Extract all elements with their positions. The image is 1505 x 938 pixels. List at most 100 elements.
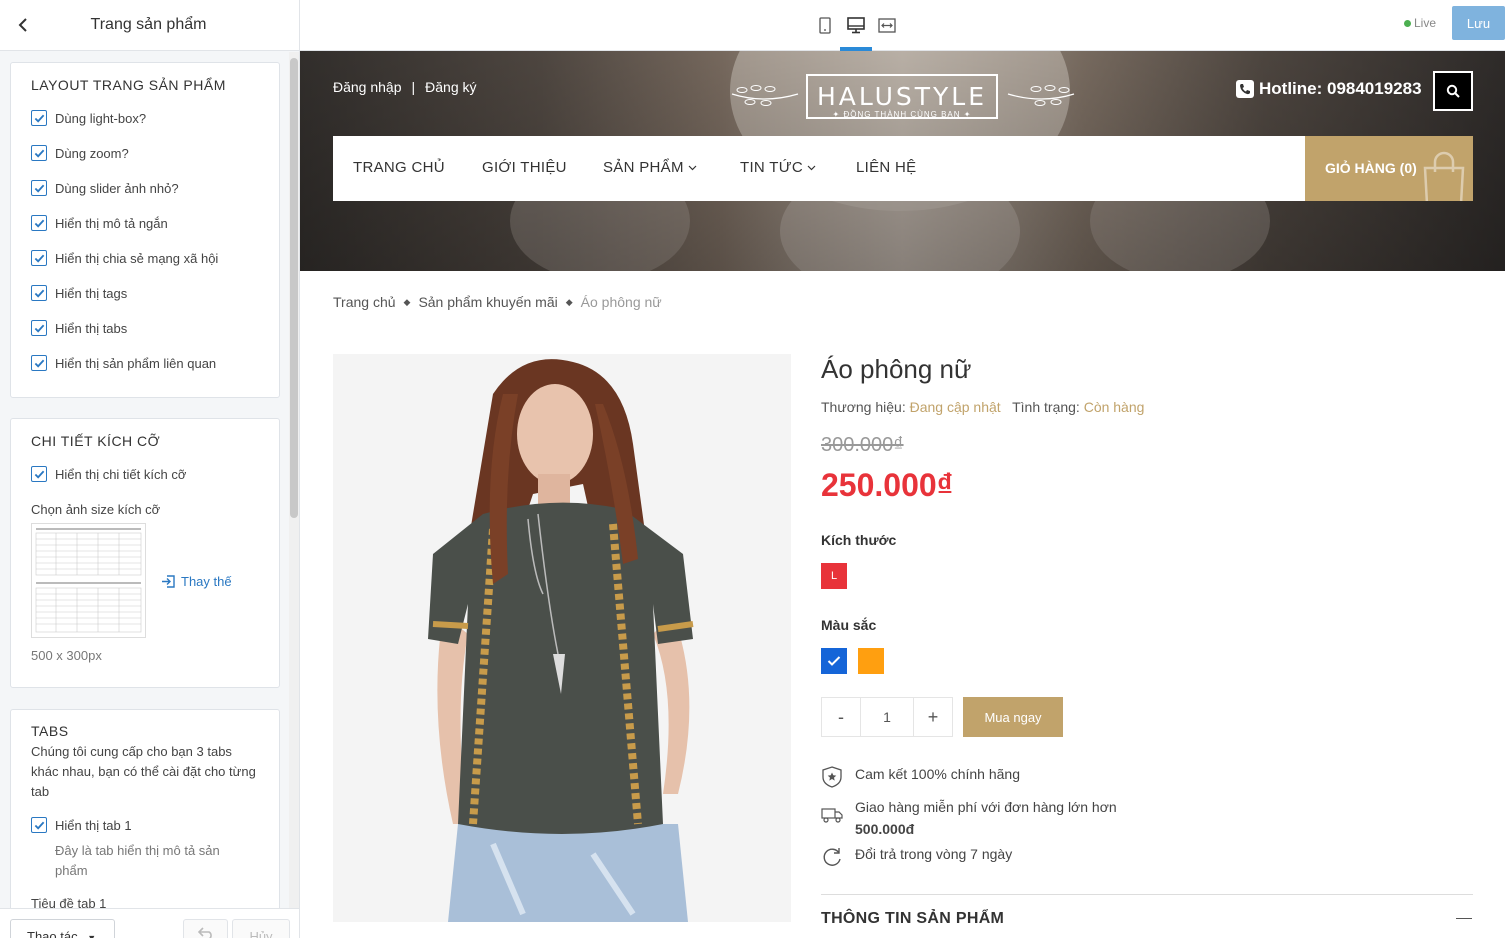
device-fullwidth-button[interactable] [875,13,899,37]
color-swatch-orange[interactable] [858,648,884,674]
checkbox[interactable] [31,110,47,126]
qty-decrease-button[interactable]: - [822,698,860,736]
size-card: CHI TIẾT KÍCH CỠ Hiển thị chi tiết kích … [10,418,280,688]
checkbox[interactable] [31,320,47,336]
undo-button[interactable] [183,919,228,938]
cancel-button[interactable]: Hủy [232,919,290,938]
product-info-heading[interactable]: THÔNG TIN SẢN PHẨM [821,910,1004,928]
save-button[interactable]: Lưu [1452,6,1505,40]
refresh-icon [821,846,843,868]
chevron-down-icon [807,165,816,170]
feature-text: Đổi trả trong vòng 7 ngày [855,846,1013,862]
breadcrumb-category[interactable]: Sản phẩm khuyến mãi [418,294,557,310]
search-icon [1446,84,1460,98]
breadcrumb-home[interactable]: Trang chủ [333,294,396,310]
store-preview: Đăng nhập | Đăng ký HALUSTYLE ✦ ĐỒNG THÀ… [300,51,1505,938]
brand-value[interactable]: Đang cập nhật [910,399,1001,415]
checkbox[interactable] [31,145,47,161]
replace-label: Thay thế [181,574,232,589]
size-chart-thumbnail[interactable] [31,523,146,638]
checkbox[interactable] [31,215,47,231]
check-icon [34,254,44,263]
buy-now-button[interactable]: Mua ngay [963,697,1063,737]
collapse-icon[interactable] [1456,918,1472,919]
option-related[interactable]: Hiển thị sản phẩm liên quan [31,355,216,371]
option-show-tab1[interactable]: Hiển thị tab 1 [31,817,132,833]
live-status-label[interactable]: Live [1414,16,1436,30]
checkbox[interactable] [31,250,47,266]
option-lightbox[interactable]: Dùng light-box? [31,110,146,126]
actions-label: Thao tác [27,929,78,938]
account-links: Đăng nhập | Đăng ký [333,79,477,95]
option-thumb-slider[interactable]: Dùng slider ảnh nhỏ? [31,180,179,196]
size-image-dimension: 500 x 300px [31,648,102,663]
qty-increase-button[interactable]: + [914,698,952,736]
actions-dropdown-button[interactable]: Thao tác ▼ [10,919,115,938]
caret-down-icon: ▼ [87,933,97,938]
nav-home[interactable]: TRANG CHỦ [353,159,445,176]
nav-about[interactable]: GIỚI THIỆU [482,159,567,176]
nav-news[interactable]: TIN TỨC [740,159,816,176]
nav-label: GIỚI THIỆU [482,159,567,176]
chevron-left-icon [18,18,27,32]
tabs-card-title: TABS [31,723,69,739]
feature-text-block: Giao hàng miễn phí với đơn hàng lớn hơn … [855,796,1117,840]
check-icon [34,289,44,298]
old-price: 300.000₫ [821,434,904,456]
product-meta: Thương hiệu: Đang cập nhật Tình trạng: C… [821,399,1144,415]
option-label: Hiển thị chia sẻ mạng xã hội [55,250,219,266]
shield-star-icon [821,766,843,788]
replace-image-button[interactable]: Thay thế [161,574,232,589]
feature-threshold: 500.000đ [855,821,915,837]
device-mobile-button[interactable] [813,13,837,37]
qty-input[interactable]: 1 [860,698,914,736]
check-icon [34,359,44,368]
hotline[interactable]: Hotline: 0984019283 [1236,79,1422,99]
product-image[interactable] [333,354,791,922]
nav-label: TRANG CHỦ [353,159,445,176]
store-logo[interactable]: HALUSTYLE ✦ ĐỒNG THÀNH CÙNG BẠN ✦ [806,74,998,119]
option-tabs[interactable]: Hiển thị tabs [31,320,127,336]
register-link[interactable]: Đăng ký [425,79,476,95]
cart-button[interactable]: GIỎ HÀNG (0) [1305,136,1473,201]
panel-scroll-area[interactable]: LAYOUT TRANG SẢN PHẨM Dùng light-box? Dù… [0,52,288,908]
option-show-size[interactable]: Hiển thị chi tiết kích cỡ [31,466,186,482]
color-swatch-blue[interactable] [821,648,847,674]
truck-icon [821,804,843,826]
product-photo [333,354,791,922]
product-title: Áo phông nữ [821,354,972,384]
checkbox[interactable] [31,180,47,196]
option-short-desc[interactable]: Hiển thị mô tả ngắn [31,215,168,231]
checkbox[interactable] [31,285,47,301]
size-option-L[interactable]: L [821,563,847,589]
brand-label: Thương hiệu: [821,399,906,415]
search-button[interactable] [1433,71,1473,111]
settings-panel: Trang sản phẩm LAYOUT TRANG SẢN PHẨM Dùn… [0,0,300,938]
checkbox[interactable] [31,355,47,371]
checkbox[interactable] [31,466,47,482]
desktop-icon [847,16,865,33]
option-zoom[interactable]: Dùng zoom? [31,145,129,161]
scrollbar-thumb[interactable] [290,58,298,518]
panel-header: Trang sản phẩm [0,0,299,51]
option-label: Hiển thị tags [55,285,128,301]
checkbox[interactable] [31,817,47,833]
option-social-share[interactable]: Hiển thị chia sẻ mạng xã hội [31,250,218,266]
option-label: Hiển thị chi tiết kích cỡ [55,466,187,482]
feature-return: Đổi trả trong vòng 7 ngày [821,846,1012,868]
divider [821,894,1473,895]
device-desktop-button[interactable] [844,13,868,37]
feature-text: Cam kết 100% chính hãng [855,766,1020,782]
nav-products[interactable]: SẢN PHẨM [603,159,697,176]
check-icon [34,821,44,830]
back-button[interactable] [10,12,36,38]
hotline-text: Hotline: 0984019283 [1259,79,1422,98]
nav-contact[interactable]: LIÊN HỆ [856,159,916,176]
link-separator: | [411,79,416,95]
option-tags[interactable]: Hiển thị tags [31,285,127,301]
undo-icon [197,927,212,938]
login-link[interactable]: Đăng nhập [333,79,402,95]
mobile-icon [819,16,831,34]
sale-price: 250.000₫ [821,467,954,503]
choose-size-image-label: Chọn ảnh size kích cỡ [31,502,161,517]
